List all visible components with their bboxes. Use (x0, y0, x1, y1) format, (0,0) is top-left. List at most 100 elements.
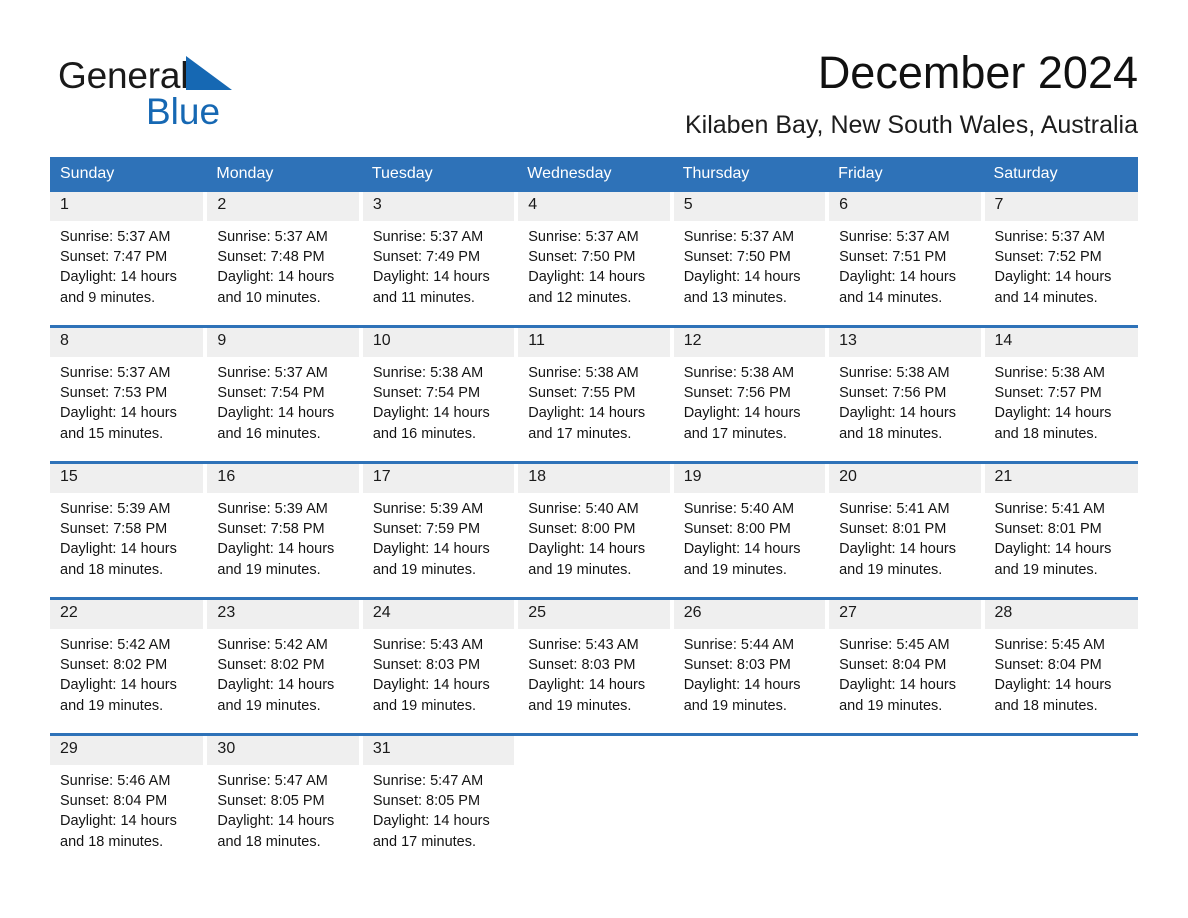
day-cell-date[interactable]: 12 (671, 328, 830, 357)
sunset-text: Sunset: 7:58 PM (60, 521, 168, 538)
sunrise-text: Sunrise: 5:43 AM (372, 637, 484, 653)
day-cell-empty (671, 765, 830, 869)
day-cell-date[interactable]: 11 (516, 328, 674, 357)
day-cell-date[interactable]: 18 (516, 464, 674, 493)
day-cell-date[interactable]: 13 (827, 328, 985, 357)
day-cell-date[interactable]: 15 (50, 464, 208, 493)
daylight-text-line2: and 15 minutes. (60, 425, 164, 442)
sunset-text: Sunset: 8:05 PM (217, 793, 325, 810)
daylight-text-line2: and 17 minutes. (372, 833, 477, 850)
day-cell-date[interactable]: 6 (827, 192, 985, 221)
day-cell-details: Sunrise: 5:40 AM Sunset: 8:00 PM Dayligh… (671, 493, 830, 597)
day-cell-date[interactable]: 31 (360, 736, 519, 765)
logo-text-general: General (58, 55, 189, 96)
day-cell-details: Sunrise: 5:38 AM Sunset: 7:57 PM Dayligh… (982, 357, 1138, 461)
sunset-text: Sunset: 7:50 PM (683, 249, 791, 266)
day-cell-date[interactable]: 7 (982, 192, 1138, 221)
daylight-text-line1: Daylight: 14 hours (60, 269, 177, 286)
day-cell-details: Sunrise: 5:45 AM Sunset: 8:04 PM Dayligh… (982, 629, 1138, 733)
sunrise-text: Sunrise: 5:37 AM (839, 229, 950, 245)
sunrise-text: Sunrise: 5:37 AM (60, 365, 171, 381)
day-cell-details: Sunrise: 5:37 AM Sunset: 7:48 PM Dayligh… (205, 221, 363, 325)
week-3-date-row: 15 16 17 18 19 20 21 (50, 464, 1138, 493)
daylight-text-line1: Daylight: 14 hours (372, 405, 490, 422)
sunrise-text: Sunrise: 5:38 AM (994, 365, 1105, 381)
day-cell-date[interactable]: 1 (50, 192, 208, 221)
day-cell-empty (516, 765, 674, 869)
day-cell-date[interactable]: 19 (671, 464, 830, 493)
day-cell-date[interactable]: 17 (360, 464, 519, 493)
daylight-text-line2: and 12 minutes. (528, 289, 632, 306)
day-cell-date[interactable]: 22 (50, 600, 208, 629)
day-cell-details: Sunrise: 5:38 AM Sunset: 7:54 PM Dayligh… (360, 357, 519, 461)
week-5-date-row: 29 30 31 (50, 736, 1138, 765)
weekday-header-monday: Monday (205, 157, 362, 192)
daylight-text-line1: Daylight: 14 hours (528, 541, 646, 558)
day-cell-details: Sunrise: 5:37 AM Sunset: 7:51 PM Dayligh… (827, 221, 985, 325)
day-cell-date[interactable]: 27 (827, 600, 985, 629)
sunrise-text: Sunrise: 5:37 AM (60, 229, 171, 245)
sunset-text: Sunset: 8:01 PM (839, 521, 947, 538)
day-cell-details: Sunrise: 5:45 AM Sunset: 8:04 PM Dayligh… (827, 629, 985, 733)
sunrise-text: Sunrise: 5:47 AM (217, 773, 328, 789)
day-cell-date[interactable]: 25 (516, 600, 674, 629)
day-cell-details: Sunrise: 5:37 AM Sunset: 7:50 PM Dayligh… (516, 221, 674, 325)
day-cell-details: Sunrise: 5:39 AM Sunset: 7:59 PM Dayligh… (360, 493, 519, 597)
day-cell-date[interactable]: 3 (360, 192, 519, 221)
day-cell-details: Sunrise: 5:39 AM Sunset: 7:58 PM Dayligh… (50, 493, 208, 597)
daylight-text-line1: Daylight: 14 hours (839, 269, 956, 286)
daylight-text-line1: Daylight: 14 hours (60, 813, 177, 830)
page-title: December 2024 (817, 47, 1138, 98)
week-1-info-row: Sunrise: 5:37 AM Sunset: 7:47 PM Dayligh… (50, 221, 1138, 325)
day-cell-date[interactable]: 10 (360, 328, 519, 357)
sunset-text: Sunset: 7:50 PM (528, 249, 636, 266)
daylight-text-line2: and 19 minutes. (60, 697, 164, 714)
day-cell-date[interactable]: 9 (205, 328, 363, 357)
sunrise-text: Sunrise: 5:38 AM (372, 365, 484, 381)
sunset-text: Sunset: 8:04 PM (839, 657, 947, 674)
calendar-header: Sunday Monday Tuesday Wednesday Thursday… (50, 157, 1138, 192)
sunset-text: Sunset: 8:03 PM (372, 657, 481, 674)
day-cell-date[interactable]: 14 (982, 328, 1138, 357)
day-cell-details: Sunrise: 5:43 AM Sunset: 8:03 PM Dayligh… (360, 629, 519, 733)
daylight-text-line1: Daylight: 14 hours (683, 269, 801, 286)
daylight-text-line2: and 19 minutes. (839, 697, 943, 714)
sunrise-text: Sunrise: 5:41 AM (994, 501, 1105, 517)
daylight-text-line1: Daylight: 14 hours (528, 269, 646, 286)
day-cell-date[interactable]: 4 (516, 192, 674, 221)
daylight-text-line1: Daylight: 14 hours (217, 541, 335, 558)
sunrise-text: Sunrise: 5:42 AM (217, 637, 328, 653)
week-3-info-row: Sunrise: 5:39 AM Sunset: 7:58 PM Dayligh… (50, 493, 1138, 597)
daylight-text-line1: Daylight: 14 hours (372, 813, 490, 830)
sunrise-text: Sunrise: 5:37 AM (217, 365, 328, 381)
daylight-text-line2: and 13 minutes. (683, 289, 787, 306)
day-cell-date[interactable]: 23 (205, 600, 363, 629)
day-cell-date[interactable]: 8 (50, 328, 208, 357)
sunrise-text: Sunrise: 5:47 AM (372, 773, 484, 789)
day-cell-date[interactable]: 20 (827, 464, 985, 493)
day-cell-date[interactable]: 29 (50, 736, 208, 765)
day-cell-date[interactable]: 5 (671, 192, 830, 221)
day-cell-details: Sunrise: 5:37 AM Sunset: 7:53 PM Dayligh… (50, 357, 208, 461)
calendar-page: General Blue December 2024 Kilaben Bay, … (0, 0, 1188, 918)
daylight-text-line2: and 18 minutes. (994, 697, 1098, 714)
day-cell-date[interactable]: 28 (982, 600, 1138, 629)
day-cell-date[interactable]: 21 (982, 464, 1138, 493)
weekday-header-thursday: Thursday (671, 157, 829, 192)
day-cell-date[interactable]: 16 (205, 464, 363, 493)
day-cell-empty (982, 736, 1138, 765)
daylight-text-line1: Daylight: 14 hours (994, 677, 1112, 694)
day-cell-date[interactable]: 26 (671, 600, 830, 629)
calendar-table: Sunday Monday Tuesday Wednesday Thursday… (50, 157, 1138, 869)
daylight-text-line1: Daylight: 14 hours (683, 677, 801, 694)
sunset-text: Sunset: 8:00 PM (683, 521, 791, 538)
weekday-header-saturday: Saturday (982, 157, 1138, 192)
day-cell-date[interactable]: 30 (205, 736, 363, 765)
sunrise-text: Sunrise: 5:45 AM (994, 637, 1105, 653)
day-cell-date[interactable]: 2 (205, 192, 363, 221)
day-cell-empty (516, 736, 674, 765)
week-2-date-row: 8 9 10 11 12 13 14 (50, 328, 1138, 357)
day-cell-details: Sunrise: 5:37 AM Sunset: 7:50 PM Dayligh… (671, 221, 830, 325)
sunrise-text: Sunrise: 5:46 AM (60, 773, 171, 789)
day-cell-date[interactable]: 24 (360, 600, 519, 629)
